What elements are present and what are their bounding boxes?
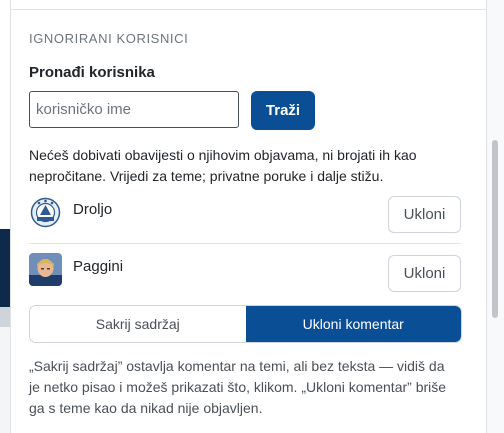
remove-user-button[interactable]: Ukloni — [388, 255, 461, 292]
find-user-label: Pronađi korisnika — [29, 64, 155, 81]
background-content — [0, 327, 10, 433]
remove-user-button[interactable]: Ukloni — [388, 196, 461, 233]
background-banner — [0, 229, 10, 307]
ignored-user-row: Paggini Ukloni — [29, 253, 461, 295]
user-divider — [29, 243, 461, 244]
scrollbar-thumb[interactable] — [492, 140, 498, 318]
user-name: Droljo — [73, 201, 113, 218]
panel-scrollbar[interactable] — [487, 0, 504, 433]
mode-toggle: Sakrij sadržaj Ukloni komentar — [29, 305, 462, 343]
search-button[interactable]: Traži — [251, 91, 315, 130]
user-name: Paggini — [73, 258, 124, 275]
background-divider — [0, 307, 10, 327]
club-crest-avatar-icon — [29, 196, 62, 229]
hide-content-option[interactable]: Sakrij sadržaj — [30, 306, 246, 342]
ignored-user-row: Droljo Ukloni — [29, 196, 461, 238]
mode-explanation: „Sakrij sadržaj” ostavlja komentar na te… — [29, 358, 447, 416]
panel-top-divider — [11, 9, 486, 10]
ignored-users-panel: IGNORIRANI KORISNICI Pronađi korisnika T… — [10, 0, 487, 433]
help-text: Nećeš dobivati obavijesti o njihovim obj… — [29, 147, 417, 184]
section-title: IGNORIRANI KORISNICI — [29, 31, 189, 46]
background-page-strip — [0, 0, 10, 433]
photo-avatar-icon — [29, 253, 62, 286]
username-search-input[interactable] — [29, 91, 239, 128]
remove-comment-option[interactable]: Ukloni komentar — [245, 306, 461, 342]
